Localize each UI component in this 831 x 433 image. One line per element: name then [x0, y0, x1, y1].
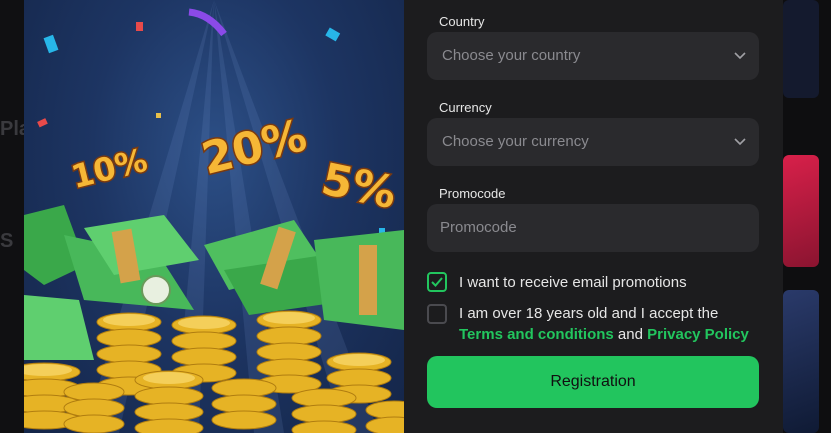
registration-form: Country Choose your country Currency Cho…: [427, 0, 759, 433]
chevron-down-icon: [734, 52, 746, 60]
country-select[interactable]: Choose your country: [427, 32, 759, 80]
age-terms-label: I am over 18 years old and I accept the …: [459, 303, 759, 345]
registration-modal: 10% 20% 5% Country Choose your country C…: [24, 0, 783, 433]
email-promotions-checkbox[interactable]: [427, 272, 447, 292]
background-game-card: [783, 290, 819, 433]
email-promotions-label: I want to receive email promotions: [459, 274, 687, 291]
promo-badge-20: 20%: [197, 110, 312, 185]
age-terms-conjunction: and: [617, 326, 643, 343]
background-game-card: [783, 0, 819, 98]
currency-select[interactable]: Choose your currency: [427, 118, 759, 166]
age-terms-checkbox[interactable]: [427, 304, 447, 324]
background-text-fragment: S: [0, 230, 14, 252]
promo-badge-5: 5%: [317, 154, 401, 219]
promo-artwork: 10% 20% 5%: [24, 0, 404, 433]
background-page-left: Pla S: [0, 0, 30, 433]
promocode-placeholder: Promocode: [440, 219, 517, 236]
registration-button[interactable]: Registration: [427, 356, 759, 408]
promo-illustration: 10% 20% 5%: [24, 0, 404, 433]
promocode-label: Promocode: [439, 186, 506, 201]
country-placeholder: Choose your country: [442, 47, 581, 64]
age-terms-text: I am over 18 years old and I accept the: [459, 305, 719, 322]
privacy-policy-link[interactable]: Privacy Policy: [647, 326, 749, 343]
terms-link[interactable]: Terms and conditions: [459, 326, 614, 343]
currency-placeholder: Choose your currency: [442, 133, 589, 150]
country-label: Country: [439, 14, 485, 29]
chevron-down-icon: [734, 138, 746, 146]
promo-badge-10: 10%: [67, 141, 151, 196]
promocode-input[interactable]: Promocode: [427, 204, 759, 252]
background-game-card: [783, 155, 819, 267]
checkmark-icon: [431, 277, 443, 287]
currency-label: Currency: [439, 100, 492, 115]
